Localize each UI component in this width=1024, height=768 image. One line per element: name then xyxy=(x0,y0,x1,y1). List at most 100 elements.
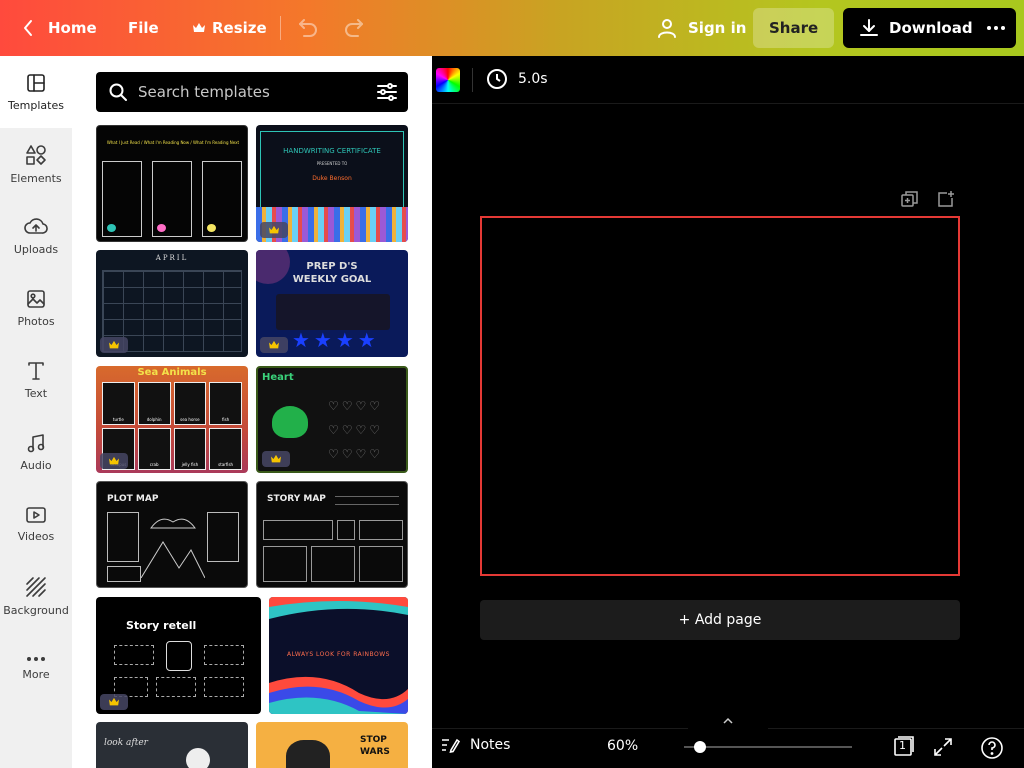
rail-item-more[interactable]: More xyxy=(0,632,72,704)
template-title: Sea Animals xyxy=(137,367,207,378)
bird-illustration xyxy=(286,740,330,768)
crown-icon xyxy=(269,340,279,349)
crown-icon xyxy=(269,225,279,234)
design-page-canvas[interactable] xyxy=(480,216,960,576)
rail-item-elements[interactable]: Elements xyxy=(0,128,72,200)
left-rail: Templates Elements Uploads Photos Text A… xyxy=(0,56,72,768)
add-page-icon-button[interactable] xyxy=(936,190,956,208)
search-icon xyxy=(109,83,127,101)
rail-item-videos[interactable]: Videos xyxy=(0,488,72,560)
share-label: Share xyxy=(769,19,819,37)
template-card-stop-wars[interactable]: STOP WARS xyxy=(256,722,408,768)
home-button[interactable]: Home xyxy=(10,8,109,48)
template-card-calendar[interactable]: APRIL xyxy=(96,250,248,357)
notes-button[interactable]: Notes xyxy=(440,736,510,754)
undo-icon xyxy=(299,19,317,37)
template-title: APRIL xyxy=(155,254,189,262)
duration-label: 5.0s xyxy=(518,71,548,87)
share-button[interactable]: Share xyxy=(753,8,835,48)
home-label: Home xyxy=(48,19,97,37)
rail-label: Elements xyxy=(10,171,62,185)
heart-icon xyxy=(207,224,216,232)
redo-button[interactable] xyxy=(334,8,374,48)
premium-badge xyxy=(262,451,290,467)
rail-label: Templates xyxy=(8,98,64,112)
template-card-story-retell[interactable]: Story retell xyxy=(96,597,261,714)
toolbar-divider xyxy=(280,16,281,40)
rail-item-uploads[interactable]: Uploads xyxy=(0,200,72,272)
rail-item-templates[interactable]: Templates xyxy=(0,56,72,128)
cloud-upload-icon xyxy=(24,217,48,234)
add-page-icon xyxy=(938,191,954,207)
page-count: 1 xyxy=(899,739,906,752)
template-title: PREP D'S WEEKLY GOAL xyxy=(292,261,372,285)
template-subtitle: PRESENTED TO xyxy=(316,161,348,166)
download-label: Download xyxy=(889,19,973,37)
show-pages-button[interactable] xyxy=(688,716,768,730)
template-title: What I Just Read / What I'm Reading Now … xyxy=(106,140,240,145)
zoom-level[interactable]: 60% xyxy=(607,738,638,754)
premium-badge xyxy=(260,337,288,353)
page-count-button[interactable]: 1 xyxy=(892,736,914,762)
crown-icon xyxy=(109,340,119,349)
search-input[interactable] xyxy=(138,72,368,112)
template-card-sea-animals[interactable]: Sea Animals turtle dolphin sea horse fis… xyxy=(96,366,248,473)
crown-icon xyxy=(271,454,281,463)
template-title: Story retell xyxy=(126,619,197,632)
add-page-label: + Add page xyxy=(678,612,762,628)
rail-item-audio[interactable]: Audio xyxy=(0,416,72,488)
premium-badge xyxy=(100,694,128,710)
duplicate-page-button[interactable] xyxy=(900,190,920,208)
template-title: look after xyxy=(104,738,148,748)
rail-item-background[interactable]: Background xyxy=(0,560,72,632)
template-title: STORY MAP xyxy=(267,494,326,504)
rail-label: Background xyxy=(3,603,69,617)
stars-row: ★★★★ xyxy=(292,328,380,352)
filter-icon[interactable] xyxy=(376,82,398,102)
fullscreen-button[interactable] xyxy=(932,736,954,762)
template-card-plot-map[interactable]: PLOT MAP xyxy=(96,481,248,588)
background-color-swatch[interactable] xyxy=(436,68,460,92)
more-horizontal-icon xyxy=(987,26,1005,30)
template-title: PLOT MAP xyxy=(107,494,159,504)
redo-icon xyxy=(345,19,363,37)
rail-item-photos[interactable]: Photos xyxy=(0,272,72,344)
template-card-look-after[interactable]: look after xyxy=(96,722,248,768)
rail-label: Photos xyxy=(17,314,55,328)
template-card-certificate[interactable]: HANDWRITING CERTIFICATE PRESENTED TO Duk… xyxy=(256,125,408,242)
rail-item-text[interactable]: Text xyxy=(0,344,72,416)
text-icon xyxy=(28,361,44,380)
duplicate-icon xyxy=(901,191,918,207)
user-icon xyxy=(658,19,676,38)
rail-label: Videos xyxy=(17,529,55,543)
sign-in-button[interactable]: Sign in xyxy=(644,8,758,48)
template-card-heart[interactable]: Heart ♡♡♡♡ ♡♡♡♡ ♡♡♡♡ xyxy=(256,366,408,473)
undo-button[interactable] xyxy=(288,8,328,48)
rail-label: Uploads xyxy=(13,242,59,256)
book-icon xyxy=(166,641,192,671)
download-button[interactable]: Download xyxy=(843,8,989,48)
canvas-toolbar: 5.0s xyxy=(432,56,1024,104)
template-card-reading[interactable]: What I Just Read / What I'm Reading Now … xyxy=(96,125,248,242)
clock-icon xyxy=(487,69,507,89)
file-menu-button[interactable]: File xyxy=(116,8,171,48)
crown-icon xyxy=(193,23,205,32)
zoom-slider-track[interactable] xyxy=(684,746,852,748)
add-page-button[interactable]: + Add page xyxy=(480,600,960,640)
template-card-story-map[interactable]: STORY MAP xyxy=(256,481,408,588)
heart-icon xyxy=(157,224,166,232)
rail-label: Audio xyxy=(20,458,52,472)
template-card-weekly-goal[interactable]: PREP D'S WEEKLY GOAL ★★★★ xyxy=(256,250,408,357)
zoom-slider-handle[interactable] xyxy=(694,741,706,753)
more-options-button[interactable] xyxy=(976,8,1016,48)
template-title: STOP WARS xyxy=(360,735,390,757)
duration-button[interactable]: 5.0s xyxy=(486,68,548,90)
template-card-rainbows[interactable]: ALWAYS LOOK FOR RAINBOWS xyxy=(269,597,408,714)
chevron-left-icon xyxy=(24,20,32,36)
template-name: Duke Benson xyxy=(312,175,352,182)
rail-label: More xyxy=(22,667,50,681)
resize-button[interactable]: Resize xyxy=(180,8,279,48)
chevron-up-icon xyxy=(723,717,733,724)
help-button[interactable] xyxy=(980,736,1004,764)
toolbar-divider xyxy=(472,68,473,92)
